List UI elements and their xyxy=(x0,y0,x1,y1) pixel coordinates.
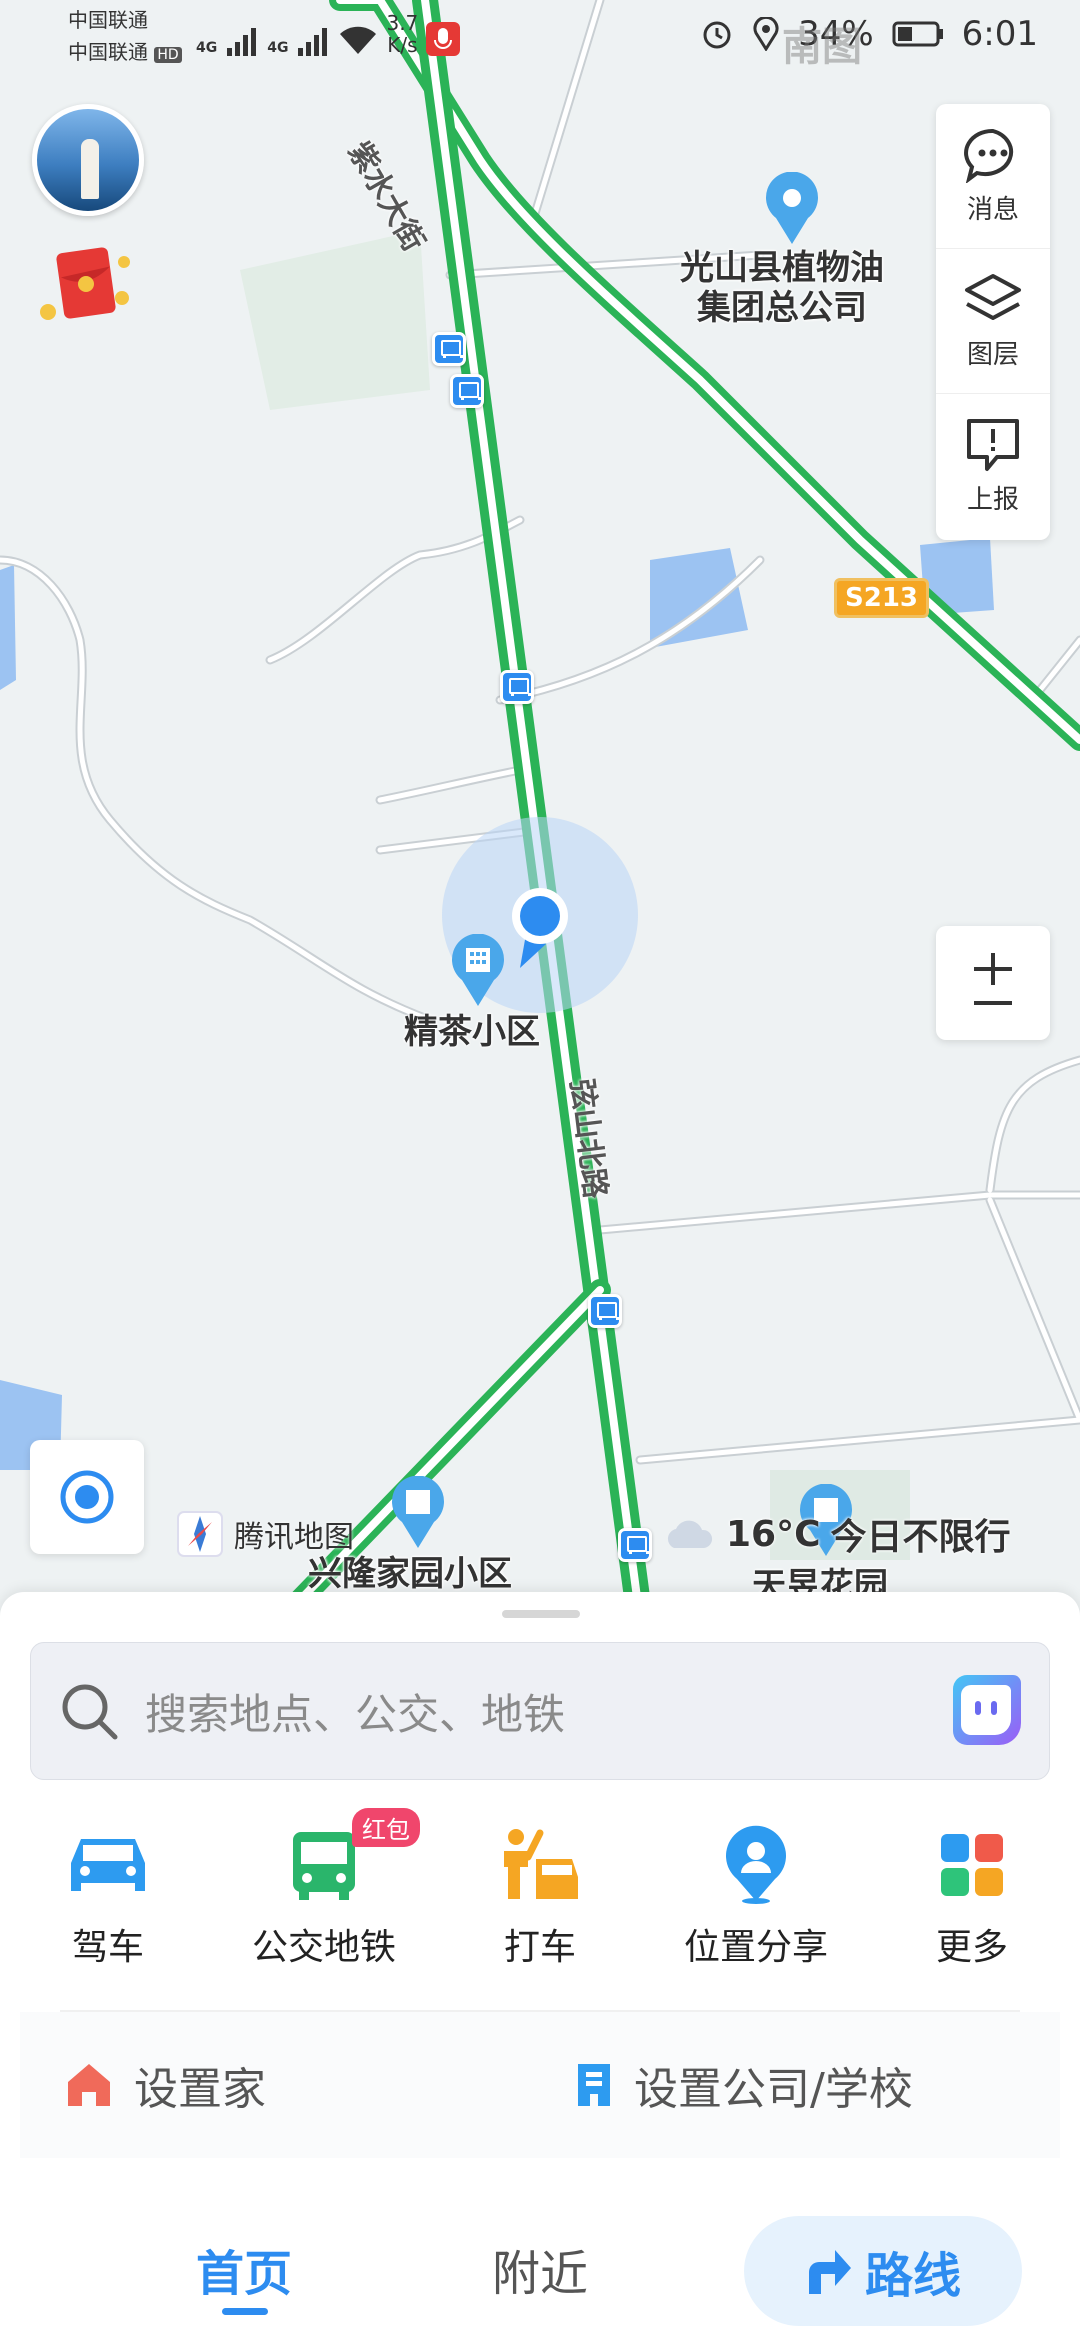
signal-icon xyxy=(227,28,257,56)
network-speed-unit: K/s xyxy=(387,33,418,57)
message-bubble-icon xyxy=(964,128,1014,183)
carrier-2: 中国联通 HD xyxy=(68,38,182,69)
status-bar: 中国联通 中国联通 HD 4G 4G 3.7 K/s 34% 6:01 南图 xyxy=(0,0,1080,70)
shortcut-taxi-label: 打车 xyxy=(503,1927,576,1968)
signal-group: 4G 4G 3.7 K/s xyxy=(196,12,461,56)
mic-recording-icon xyxy=(426,22,461,56)
set-work-label: 设置公司/学校 xyxy=(634,2064,913,2115)
bottom-tab-bar: 首页 附近 路线 xyxy=(0,2196,1080,2340)
weather-temp: 16°C xyxy=(726,1513,821,1555)
location-share-icon xyxy=(726,1825,786,1904)
home-icon xyxy=(68,2064,110,2106)
current-location-marker xyxy=(506,886,574,974)
signal-icon xyxy=(298,28,328,56)
hd-badge: HD xyxy=(154,47,182,63)
bus-stop-marker[interactable] xyxy=(432,332,466,366)
messages-button[interactable]: 消息 xyxy=(936,104,1050,249)
favorite-places-row: 设置家 设置公司/学校 xyxy=(20,2012,1060,2158)
carrier-2-name: 中国联通 xyxy=(68,40,148,64)
map-canvas[interactable]: 光山县植物油 集团总公司 精茶小区 兴隆家园小区 天昱花园 紫水大街 弦山北路 … xyxy=(0,0,1080,1620)
car-icon xyxy=(71,1839,145,1891)
search-icon xyxy=(62,1684,118,1740)
locate-target-icon xyxy=(60,1470,114,1524)
carrier-1: 中国联通 xyxy=(68,8,148,32)
report-label: 上报 xyxy=(966,485,1019,515)
tab-route-label: 路线 xyxy=(864,2248,961,2304)
shortcut-more-label: 更多 xyxy=(935,1927,1008,1968)
layers-label: 图层 xyxy=(966,339,1019,370)
shortcut-taxi[interactable]: 打车 xyxy=(432,1822,648,1992)
shortcut-row: 驾车 红包 公交地铁 打车 位置分享 更多 xyxy=(0,1808,1080,1992)
location-status-icon xyxy=(753,17,779,51)
set-home-label: 设置家 xyxy=(134,2064,266,2115)
poi-label-jingcha[interactable]: 精茶小区 xyxy=(404,1012,540,1052)
shortcut-transit[interactable]: 红包 公交地铁 xyxy=(216,1808,432,1992)
tencent-map-brand: 腾讯地图 xyxy=(234,1520,354,1555)
map-tool-panel: 消息 图层 上报 xyxy=(936,104,1050,540)
shortcut-transit-label: 公交地铁 xyxy=(251,1927,396,1968)
bus-icon xyxy=(293,1832,355,1900)
taxi-icon xyxy=(504,1829,578,1899)
red-packet-badge: 红包 xyxy=(352,1808,420,1847)
compass-icon xyxy=(177,1511,223,1557)
poi-pin-company[interactable] xyxy=(762,171,822,250)
zoom-plus-minus-icon xyxy=(974,953,1012,1005)
bus-stop-marker[interactable] xyxy=(618,1528,652,1562)
shortcut-drive-label: 驾车 xyxy=(71,1927,144,1968)
bus-stop-marker[interactable] xyxy=(588,1294,622,1328)
messages-label: 消息 xyxy=(966,194,1019,225)
watermark: 南图 xyxy=(782,24,862,70)
tab-route[interactable]: 路线 xyxy=(744,2216,1022,2326)
poi-pin-jingcha[interactable] xyxy=(448,933,508,1012)
poi-pin-xinglong[interactable] xyxy=(388,1475,448,1554)
poi-label-xinglong[interactable]: 兴隆家园小区 xyxy=(308,1554,512,1594)
bus-stop-marker[interactable] xyxy=(500,670,534,704)
report-button[interactable]: 上报 xyxy=(936,394,1050,539)
grid-icon xyxy=(941,1834,1003,1896)
set-work-button[interactable]: 设置公司/学校 xyxy=(576,2053,913,2117)
sheet-drag-handle[interactable] xyxy=(502,1610,580,1618)
red-packet-icon[interactable] xyxy=(40,246,130,326)
wifi-icon xyxy=(340,26,377,54)
shortcut-drive[interactable]: 驾车 xyxy=(0,1822,216,1992)
locate-me-button[interactable] xyxy=(30,1440,144,1554)
tab-home[interactable]: 首页 xyxy=(196,2234,292,2315)
voice-assistant-icon[interactable] xyxy=(943,1671,1025,1753)
office-building-icon xyxy=(578,2064,610,2106)
cloud-icon xyxy=(667,1520,713,1548)
shortcut-location-share-label: 位置分享 xyxy=(683,1927,828,1968)
route-arrow-icon xyxy=(808,2250,851,2294)
alarm-icon xyxy=(703,21,731,49)
net-type-2: 4G xyxy=(267,40,289,56)
set-home-button[interactable]: 设置家 xyxy=(66,2053,266,2117)
report-icon xyxy=(967,419,1019,471)
weather-widget[interactable]: 16°C 今日不限行 xyxy=(660,1508,1011,1560)
poi-label-company[interactable]: 光山县植物油 集团总公司 xyxy=(680,248,884,328)
user-avatar[interactable] xyxy=(32,104,144,216)
layers-button[interactable]: 图层 xyxy=(936,249,1050,394)
net-type-1: 4G xyxy=(196,40,218,56)
clock: 6:01 xyxy=(961,14,1038,54)
shortcut-more[interactable]: 更多 xyxy=(864,1822,1080,1992)
shortcut-location-share[interactable]: 位置分享 xyxy=(648,1822,864,1992)
weather-restriction: 今日不限行 xyxy=(830,1517,1011,1558)
network-speed-value: 3.7 xyxy=(386,11,419,35)
status-right: 34% 6:01 xyxy=(700,14,1038,54)
tab-nearby[interactable]: 附近 xyxy=(492,2234,588,2304)
battery-icon xyxy=(892,21,943,47)
layers-icon xyxy=(965,273,1021,320)
zoom-button[interactable] xyxy=(936,926,1050,1040)
route-badge-s213: S213 xyxy=(834,578,929,618)
tencent-map-logo: 腾讯地图 xyxy=(176,1510,354,1558)
map-roads xyxy=(0,0,1080,1620)
bus-stop-marker[interactable] xyxy=(450,374,484,408)
search-placeholder: 搜索地点、公交、地铁 xyxy=(145,1689,566,1739)
network-speed: 3.7 K/s xyxy=(386,12,418,56)
search-box[interactable]: 搜索地点、公交、地铁 xyxy=(30,1642,1050,1780)
